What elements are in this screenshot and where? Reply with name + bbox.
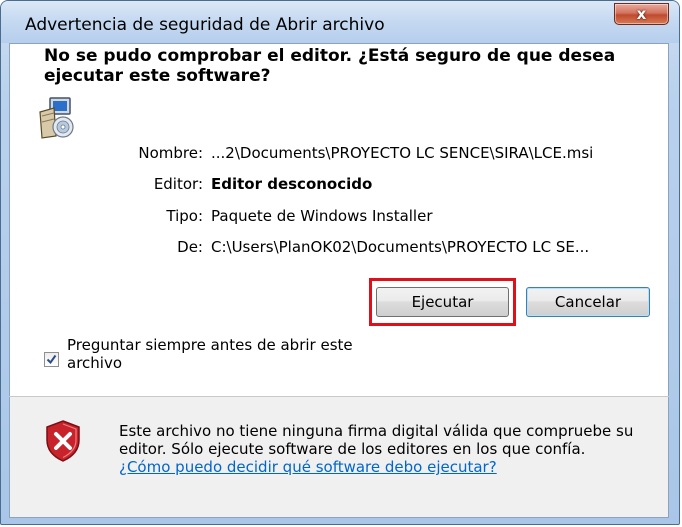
run-button[interactable]: Ejecutar bbox=[376, 287, 509, 317]
always-ask-checkbox[interactable] bbox=[44, 352, 59, 367]
detail-row-de: De: C:\Users\PlanOK02\Documents\PROYECTO… bbox=[0, 238, 682, 258]
nombre-value: ...2\Documents\PROYECTO LC SENCE\SIRA\LC… bbox=[211, 144, 594, 162]
nombre-label: Nombre: bbox=[138, 144, 203, 162]
always-ask-label[interactable]: Preguntar siempre antes de abrir este ar… bbox=[67, 336, 367, 372]
checkmark-icon bbox=[46, 354, 57, 365]
warning-text: Este archivo no tiene ninguna firma digi… bbox=[119, 422, 634, 458]
de-label: De: bbox=[177, 238, 203, 256]
security-shield-icon bbox=[46, 420, 80, 462]
close-icon: x bbox=[636, 5, 647, 23]
dialog-heading: No se pudo comprobar el editor. ¿Está se… bbox=[44, 46, 616, 86]
help-link[interactable]: ¿Cómo puedo decidir qué software debo ej… bbox=[119, 458, 497, 476]
detail-row-nombre: Nombre: ...2\Documents\PROYECTO LC SENCE… bbox=[0, 144, 682, 164]
window-title: Advertencia de seguridad de Abrir archiv… bbox=[25, 15, 385, 35]
tipo-label: Tipo: bbox=[166, 207, 203, 225]
title-bar[interactable]: Advertencia de seguridad de Abrir archiv… bbox=[1, 1, 679, 43]
installer-package-icon bbox=[39, 97, 74, 139]
close-button[interactable]: x bbox=[614, 3, 669, 25]
detail-row-tipo: Tipo: Paquete de Windows Installer bbox=[0, 207, 682, 227]
de-value: C:\Users\PlanOK02\Documents\PROYECTO LC … bbox=[211, 238, 590, 256]
cancel-button[interactable]: Cancelar bbox=[526, 287, 650, 317]
editor-label: Editor: bbox=[153, 175, 203, 193]
detail-row-editor: Editor: Editor desconocido bbox=[0, 175, 682, 195]
tipo-value: Paquete de Windows Installer bbox=[211, 207, 433, 225]
editor-value: Editor desconocido bbox=[211, 175, 373, 193]
